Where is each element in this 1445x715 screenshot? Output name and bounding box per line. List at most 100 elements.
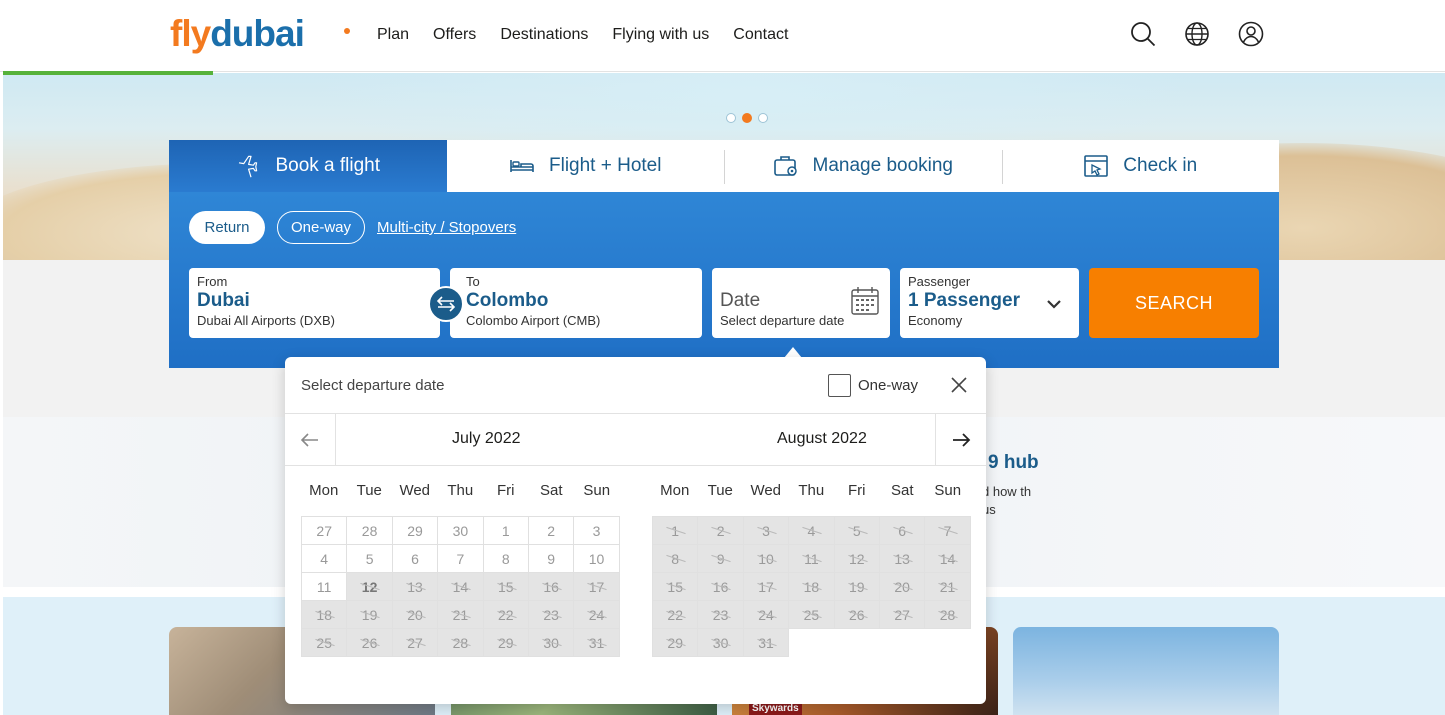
calendar-day: 27 [879, 601, 926, 629]
calendar-day: 30 [528, 629, 575, 657]
search-button[interactable]: SEARCH [1089, 268, 1259, 338]
prev-month-button[interactable] [285, 414, 336, 465]
main-nav: Plan Offers Destinations Flying with us … [377, 25, 812, 45]
calendar-day: 26 [834, 601, 880, 629]
nav-offers[interactable]: Offers [433, 25, 476, 45]
trip-return-button[interactable]: Return [189, 211, 265, 244]
calendar-day[interactable]: 6 [392, 545, 439, 573]
calendar-grid-july: 27 28 29 30 1 2 3 4 5 6 7 8 9 10 11 12 13 14 15 16 17 18 19 20 2… [301, 516, 620, 657]
tab-book-flight[interactable]: Book a flight [169, 140, 447, 192]
nav-plan[interactable]: Plan [377, 25, 409, 45]
calendar-day: 15 [483, 573, 529, 601]
next-month-button[interactable] [935, 414, 986, 465]
offer-card-4[interactable] [1013, 627, 1279, 715]
calendar-day: 19 [347, 601, 393, 629]
close-icon[interactable] [950, 376, 968, 394]
calendar-day[interactable]: 29 [392, 517, 439, 545]
calendar-day: 29 [653, 629, 699, 657]
oneway-checkbox-label[interactable]: One-way [858, 377, 918, 394]
calendar-empty-cell [880, 629, 925, 657]
carousel-dot-2[interactable] [742, 113, 752, 123]
oneway-checkbox[interactable] [828, 374, 851, 397]
carousel-dot-1[interactable] [726, 113, 736, 123]
arrow-left-icon [300, 432, 318, 447]
calendar-day[interactable]: 5 [347, 545, 393, 573]
tab-book-flight-label: Book a flight [275, 155, 381, 176]
calendar-day: 26 [347, 629, 393, 657]
calendar-day: 12 [834, 545, 880, 573]
calendar-day: 16 [698, 573, 744, 601]
from-airport: Dubai All Airports (DXB) [197, 313, 335, 328]
trip-oneway-button[interactable]: One-way [277, 211, 365, 244]
weekday-label: Sat [890, 482, 914, 499]
nav-contact[interactable]: Contact [733, 25, 788, 45]
from-city: Dubai [197, 290, 250, 311]
calendar-day[interactable]: 9 [528, 545, 575, 573]
flydubai-logo[interactable]: flydubai [170, 13, 305, 54]
logo-dubai-text: dubai [210, 13, 305, 54]
calendar-day: 31 [574, 629, 620, 657]
calendar-day: 12 [347, 573, 393, 601]
to-field[interactable]: To Colombo Colombo Airport (CMB) [450, 268, 702, 338]
calendar-day: 1 [653, 517, 699, 545]
calendar-day[interactable]: 3 [574, 517, 620, 545]
multi-city-link[interactable]: Multi-city / Stopovers [377, 219, 516, 236]
from-field[interactable]: From Dubai Dubai All Airports (DXB) [189, 268, 440, 338]
calendar-day: 29 [483, 629, 529, 657]
picker-title: Select departure date [301, 377, 445, 394]
carousel-dot-3[interactable] [758, 113, 768, 123]
calendar-day: 18 [789, 573, 835, 601]
calendar-day[interactable]: 4 [302, 545, 348, 573]
weekday-label: Sat [539, 482, 563, 499]
calendar-day: 13 [392, 573, 439, 601]
month-title-august: August 2022 [777, 430, 867, 447]
logo-dot [344, 28, 350, 34]
logo-fly-text: fly [170, 13, 211, 54]
calendar-day[interactable]: 27 [302, 517, 348, 545]
to-label: To [466, 274, 480, 289]
nav-destinations[interactable]: Destinations [500, 25, 588, 45]
calendar-day[interactable]: 28 [347, 517, 393, 545]
calendar-day[interactable]: 2 [528, 517, 575, 545]
weekday-label: Thu [798, 482, 825, 499]
checkin-window-icon [1084, 155, 1109, 177]
calendar-day[interactable]: 1 [483, 517, 529, 545]
calendar-day: 11 [789, 545, 835, 573]
calendar-day: 24 [574, 601, 620, 629]
calendar-day: 14 [925, 545, 971, 573]
user-icon[interactable] [1238, 21, 1264, 47]
weekday-header-august: Mon Tue Wed Thu Fri Sat Sun [652, 482, 971, 499]
calendar-day[interactable]: 11 [302, 573, 348, 601]
calendar-day[interactable]: 10 [574, 545, 620, 573]
calendar-day: 8 [653, 545, 699, 573]
tab-check-in[interactable]: Check in [1001, 140, 1280, 192]
calendar-icon[interactable] [850, 286, 880, 316]
swap-airports-button[interactable] [428, 286, 464, 322]
weekday-label: Wed [750, 482, 782, 499]
swap-arrows-icon [436, 296, 456, 312]
calendar-day[interactable]: 8 [483, 545, 529, 573]
nav-flying-with-us[interactable]: Flying with us [612, 25, 709, 45]
tab-flight-hotel[interactable]: Flight + Hotel [447, 140, 725, 192]
month-title-july: July 2022 [452, 430, 521, 447]
plane-icon [239, 155, 258, 178]
calendar-day: 27 [392, 629, 439, 657]
calendar-day[interactable]: 7 [438, 545, 484, 573]
tab-flight-hotel-label: Flight + Hotel [549, 155, 662, 176]
search-icon[interactable] [1130, 21, 1156, 47]
carousel-dots [726, 113, 768, 123]
from-label: From [197, 274, 228, 289]
calendar-day: 4 [789, 517, 835, 545]
calendar-day: 6 [879, 517, 926, 545]
header-icons [1130, 21, 1264, 47]
tab-manage-booking[interactable]: Manage booking [724, 140, 1002, 192]
calendar-day: 10 [743, 545, 790, 573]
calendar-day: 14 [438, 573, 484, 601]
calendar-day: 30 [698, 629, 744, 657]
arrow-right-icon [953, 432, 971, 447]
calendar-day[interactable]: 30 [438, 517, 484, 545]
chevron-down-icon[interactable] [1046, 296, 1062, 312]
weekday-label: Fri [497, 482, 515, 499]
calendar-day: 5 [834, 517, 880, 545]
globe-icon[interactable] [1184, 21, 1210, 47]
